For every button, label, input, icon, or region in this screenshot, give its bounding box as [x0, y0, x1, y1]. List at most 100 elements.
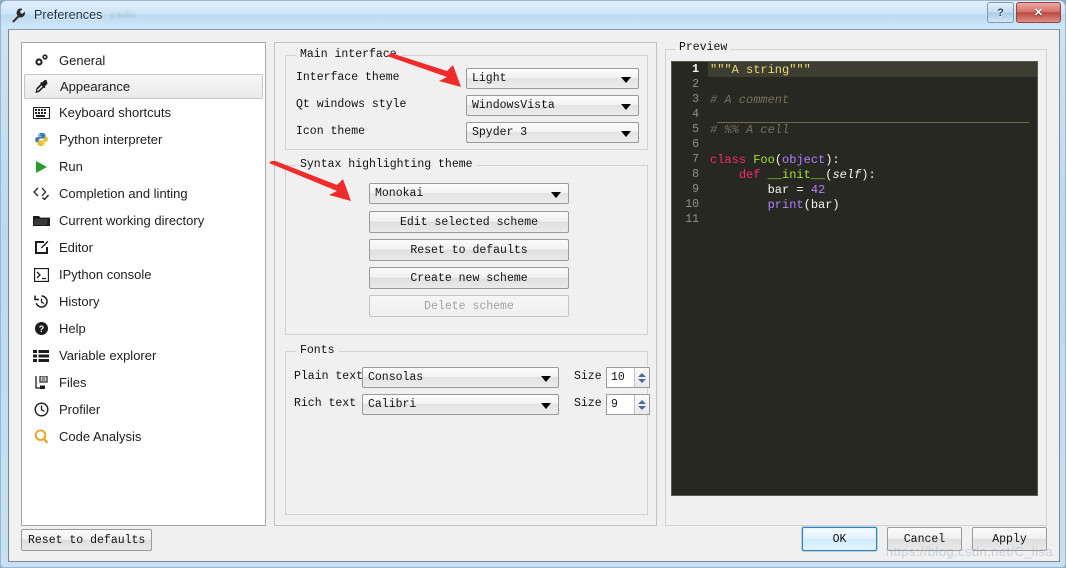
token-self: self	[832, 167, 862, 182]
edit-selected-scheme-button[interactable]: Edit selected scheme	[369, 211, 569, 233]
sidebar-label: Completion and linting	[59, 186, 188, 201]
line-number: 3	[692, 93, 699, 106]
fonts-group-title: Fonts	[296, 344, 339, 357]
spinner-buttons[interactable]	[634, 368, 649, 387]
code-body	[708, 107, 1037, 122]
window-buttons: ? ✕	[987, 2, 1061, 23]
sidebar-label: Help	[59, 321, 86, 336]
rich-text-font-combobox[interactable]: Calibri	[362, 394, 559, 415]
sidebar-item-keyboard-shortcuts[interactable]: Keyboard shortcuts	[22, 99, 265, 126]
code-line: 11	[672, 212, 1037, 227]
play-icon	[31, 158, 51, 176]
sidebar-label: Keyboard shortcuts	[59, 105, 172, 120]
token-tail: ):	[825, 152, 840, 167]
fonts-group: Fonts Plain text Consolas Size 10 Rich t…	[285, 344, 650, 515]
plain-text-font-combobox[interactable]: Consolas	[362, 367, 559, 388]
list-icon	[31, 347, 51, 365]
reset-to-defaults-scheme-button[interactable]: Reset to defaults	[369, 239, 569, 261]
sidebar-item-run[interactable]: Run	[22, 153, 265, 180]
plain-text-size-label: Size	[574, 370, 602, 383]
help-button[interactable]: ?	[987, 2, 1014, 23]
sidebar-label: Python interpreter	[59, 132, 163, 147]
sidebar-item-variable-explorer[interactable]: Variable explorer	[22, 342, 265, 369]
qt-windows-style-combobox[interactable]: WindowsVista	[466, 95, 639, 116]
spinner-down-icon[interactable]	[638, 378, 646, 383]
preferences-window: Preferences csdn ? ✕ General Appearance …	[0, 0, 1066, 568]
spinner-buttons[interactable]	[634, 395, 649, 414]
chevron-down-icon	[541, 402, 551, 409]
chevron-down-icon	[551, 191, 561, 198]
sidebar-item-python-interpreter[interactable]: Python interpreter	[22, 126, 265, 153]
sidebar-label: Code Analysis	[59, 429, 142, 444]
chevron-down-icon	[621, 130, 631, 137]
token-number: 42	[810, 182, 826, 197]
sidebar-item-ipython-console[interactable]: IPython console	[22, 261, 265, 288]
spinner-up-icon[interactable]	[638, 372, 646, 377]
syntax-scheme-value: Monokai	[375, 187, 424, 200]
sidebar-item-editor[interactable]: Editor	[22, 234, 265, 261]
qt-windows-style-value: WindowsVista	[472, 99, 555, 112]
sidebar-label: Files	[59, 375, 87, 390]
delete-scheme-button: Delete scheme	[369, 295, 569, 317]
code-body: bar = 42	[708, 182, 1037, 197]
sidebar-label: Appearance	[60, 79, 131, 94]
interface-theme-value: Light	[472, 72, 507, 85]
rich-text-row: Rich text	[294, 397, 356, 410]
sidebar-item-appearance[interactable]: Appearance	[24, 74, 263, 99]
chevron-down-icon	[621, 76, 631, 83]
syntax-scheme-combobox[interactable]: Monokai	[369, 183, 569, 204]
sidebar-label: Run	[59, 159, 83, 174]
interface-theme-label: Interface theme	[296, 71, 400, 84]
token-tail: ):	[861, 167, 876, 182]
code-body: class Foo ( object ):	[708, 152, 1037, 167]
ok-button[interactable]: OK	[802, 527, 877, 551]
create-new-scheme-button[interactable]: Create new scheme	[369, 267, 569, 289]
dialog-footer: Reset to defaults OK Cancel Apply https:…	[9, 524, 1059, 561]
code-body: # A comment	[708, 92, 1037, 107]
question-circle-icon: ?	[31, 320, 51, 338]
sidebar-item-code-analysis[interactable]: Code Analysis	[22, 423, 265, 450]
spinner-down-icon[interactable]	[638, 405, 646, 410]
sidebar-item-profiler[interactable]: Profiler	[22, 396, 265, 423]
preferences-category-list[interactable]: General Appearance Keyboard shortcuts Py…	[21, 42, 266, 526]
sidebar-item-help[interactable]: ? Help	[22, 315, 265, 342]
preview-code-editor[interactable]: 1 """A string""" 2 3 # A comment 4 5 # %…	[671, 61, 1038, 496]
wrench-icon	[10, 7, 27, 24]
sidebar-item-current-working-directory[interactable]: Current working directory	[22, 207, 265, 234]
rich-text-size-spinbox[interactable]: 9	[606, 394, 650, 415]
sidebar-item-completion-and-linting[interactable]: Completion and linting	[22, 180, 265, 207]
syntax-highlighting-group: Syntax highlighting theme Monokai Edit s…	[285, 158, 648, 335]
token-classname: Foo	[746, 152, 775, 167]
cell-separator	[717, 122, 1029, 123]
line-number: 2	[692, 78, 699, 91]
code-line: 9 bar = 42	[672, 182, 1037, 197]
preview-panel: Preview 1 """A string""" 2 3 # A comment…	[665, 41, 1047, 526]
code-line: 8 def __init__ ( self ):	[672, 167, 1037, 182]
token-keyword: class	[710, 152, 747, 167]
icon-theme-value: Spyder 3	[472, 126, 528, 139]
console-icon	[31, 266, 51, 284]
sidebar-item-history[interactable]: History	[22, 288, 265, 315]
rich-text-size-value: 9	[611, 398, 618, 411]
code-line: 6	[672, 137, 1037, 152]
interface-theme-combobox[interactable]: Light	[466, 68, 639, 89]
gears-icon	[31, 52, 51, 70]
icon-theme-label: Icon theme	[296, 125, 366, 138]
plain-text-size-spinbox[interactable]: 10	[606, 367, 650, 388]
plain-text-row: Plain text	[294, 370, 363, 383]
preview-group-title: Preview	[675, 41, 732, 54]
token-funcname: __init__	[760, 167, 826, 182]
sidebar-item-general[interactable]: General	[22, 47, 265, 74]
plain-text-size-value: 10	[611, 371, 625, 384]
close-button[interactable]: ✕	[1016, 2, 1061, 23]
spinner-up-icon[interactable]	[638, 399, 646, 404]
code-body: # %% A cell	[708, 122, 1037, 137]
reset-to-defaults-button[interactable]: Reset to defaults	[21, 529, 153, 551]
sidebar-item-files[interactable]: Files	[22, 369, 265, 396]
keyboard-icon	[31, 104, 51, 122]
icon-theme-combobox[interactable]: Spyder 3	[466, 122, 639, 143]
code-body	[708, 77, 1037, 92]
